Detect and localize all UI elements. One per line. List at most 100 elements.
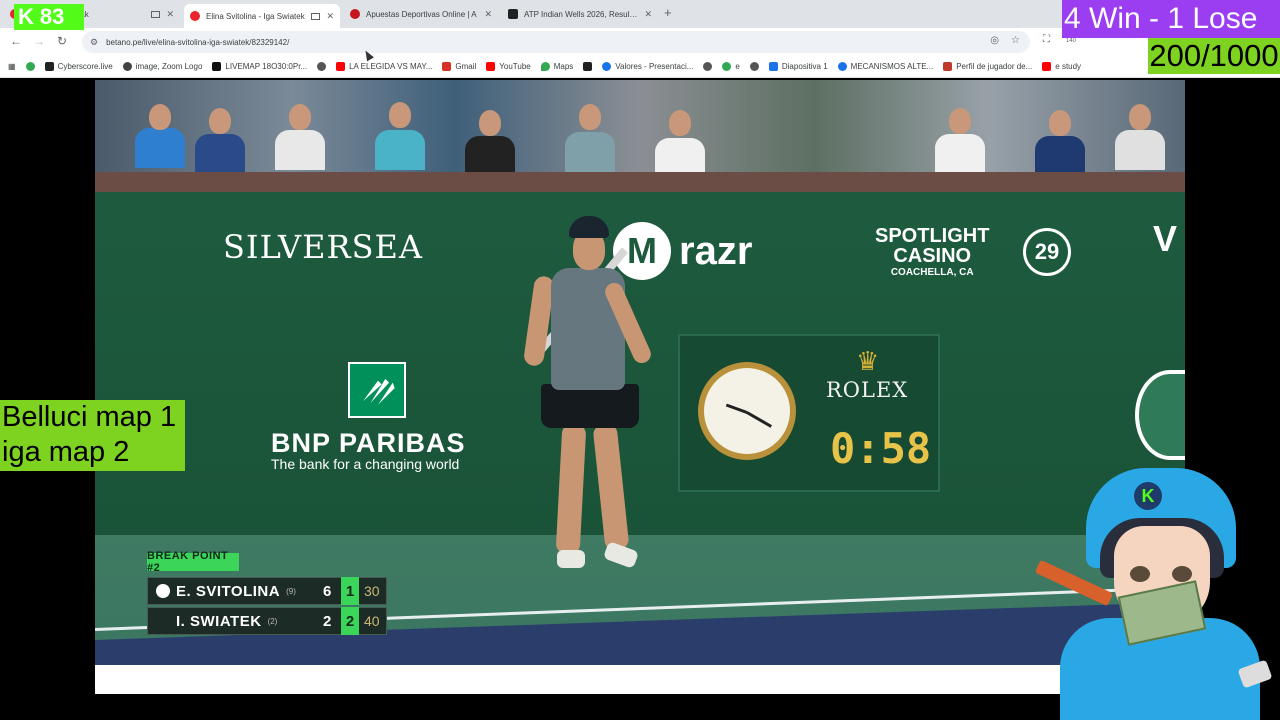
bookmark-label: Maps bbox=[553, 62, 574, 71]
casino-line-3: COACHELLA, CA bbox=[890, 267, 974, 278]
live-video-player[interactable]: SILVERSEA M razr SPOTLIGHT CASINO COACHE… bbox=[95, 80, 1185, 694]
kick-viewer-badge: K 83 bbox=[14, 4, 84, 30]
globe-icon bbox=[703, 62, 713, 71]
bookmark-star-icon[interactable]: ☆ bbox=[1011, 35, 1020, 46]
tab-favicon bbox=[190, 11, 200, 21]
bookmark-item[interactable]: Maps bbox=[540, 62, 574, 71]
bookmark-label: LA ELEGIDA VS MAY... bbox=[349, 62, 433, 71]
close-icon[interactable]: ✕ bbox=[326, 11, 334, 22]
edge-ad-text: V bbox=[1153, 218, 1178, 259]
game-points: 40 bbox=[364, 613, 380, 629]
set-1-score: 6 bbox=[323, 582, 332, 600]
maps-icon bbox=[540, 62, 550, 71]
razr-text: razr bbox=[679, 228, 753, 273]
bookmark-item[interactable]: Gmail bbox=[442, 62, 476, 71]
gmail-icon bbox=[442, 62, 452, 71]
bookmark-item[interactable]: Cyberscore.live bbox=[44, 62, 113, 71]
reload-icon[interactable]: ↻ bbox=[57, 34, 67, 48]
site-info-icon[interactable]: ⚙ bbox=[90, 37, 98, 48]
bookmark-icon bbox=[943, 62, 953, 71]
player-name: E. SVITOLINA bbox=[176, 582, 281, 600]
casino-line-2: CASINO bbox=[893, 245, 972, 267]
bookmark-item[interactable]: MECANISMOS ALTE... bbox=[837, 62, 934, 71]
streamer-avatar: K bbox=[1030, 468, 1280, 720]
bookmark-item[interactable]: LIVEMAP 18O30:0Pr... bbox=[212, 62, 307, 71]
bookmark-icon bbox=[212, 62, 222, 71]
tab-2[interactable]: Elina Svitolina - Iga Swiatek ✕ bbox=[184, 4, 340, 28]
score-row: I. SWIATEK (2) 2 2 40 bbox=[147, 607, 387, 635]
tab-4[interactable]: ATP Indian Wells 2026, Resultad ✕ bbox=[502, 4, 658, 24]
silversea-ad: SILVERSEA bbox=[223, 228, 423, 266]
bookmark-label: Gmail bbox=[455, 62, 477, 71]
tab-favicon bbox=[350, 9, 360, 19]
video-bottom-strip bbox=[95, 665, 1185, 694]
tennis-player bbox=[522, 216, 685, 596]
set-2-score: 1 bbox=[341, 577, 359, 605]
map-note-line-1: Belluci map 1 bbox=[2, 401, 177, 433]
crowd-background bbox=[95, 80, 1185, 180]
bookmark-item[interactable]: LA ELEGIDA VS MAY... bbox=[336, 62, 432, 71]
bookmark-label: MECANISMOS ALTE... bbox=[850, 62, 934, 71]
set-2-score: 2 bbox=[341, 607, 359, 635]
close-icon[interactable]: ✕ bbox=[166, 9, 174, 20]
close-icon[interactable]: ✕ bbox=[644, 9, 652, 20]
bookmark-item[interactable] bbox=[317, 62, 327, 71]
tab-3[interactable]: Apuestas Deportivas Online | A ✕ bbox=[344, 4, 498, 24]
bookmark-label: LIVEMAP 18O30:0Pr... bbox=[225, 62, 308, 71]
bookmark-icon bbox=[122, 62, 132, 71]
tab-title: Elina Svitolina - Iga Swiatek bbox=[206, 11, 305, 21]
bookmark-item[interactable]: Diapositiva 1 bbox=[768, 62, 828, 71]
clock-icon bbox=[698, 362, 796, 460]
bookmark-icon bbox=[583, 62, 593, 71]
media-icon bbox=[151, 10, 161, 18]
new-tab-button[interactable]: + bbox=[664, 5, 672, 20]
bookmark-item[interactable] bbox=[583, 62, 593, 71]
silversea-text: SILVERSEA bbox=[223, 228, 423, 266]
bnp-tagline: The bank for a changing world bbox=[271, 456, 460, 472]
bookmark-item[interactable] bbox=[25, 62, 35, 71]
leaf-icon bbox=[25, 62, 35, 71]
bookmark-item[interactable] bbox=[703, 62, 713, 71]
forward-icon[interactable]: → bbox=[33, 34, 45, 48]
kick-logo-icon: K bbox=[1134, 482, 1162, 510]
address-bar[interactable]: ⚙ betano.pe/live/elina-svitolina-iga-swi… bbox=[82, 31, 1030, 53]
player-seed: (9) bbox=[286, 586, 296, 596]
media-icon bbox=[311, 12, 321, 20]
bnp-name: BNP PARIBAS bbox=[271, 428, 466, 458]
bookmark-item[interactable]: image, Zoom Logo bbox=[122, 62, 203, 71]
eye-off-icon[interactable]: ◎ bbox=[990, 35, 999, 46]
bookmark-item[interactable]: Perfil de jugador de... bbox=[943, 62, 1032, 71]
player-seed: (2) bbox=[267, 616, 278, 626]
bookmark-label: YouTube bbox=[499, 62, 531, 71]
bookmark-label: Valores - Presentaci... bbox=[615, 62, 694, 71]
bookmark-label: Perfil de jugador de... bbox=[956, 62, 1033, 71]
bookmark-label: image, Zoom Logo bbox=[135, 62, 203, 71]
bookmark-item[interactable]: Valores - Presentaci... bbox=[602, 62, 693, 71]
bookmark-item[interactable]: e bbox=[722, 62, 740, 71]
win-lose-record: 4 Win - 1 Lose bbox=[1062, 0, 1280, 38]
globe-icon bbox=[749, 62, 759, 71]
bookmark-item[interactable] bbox=[749, 62, 759, 71]
bookmark-item[interactable]: YouTube bbox=[486, 62, 531, 71]
globe-icon bbox=[317, 62, 327, 71]
youtube-icon bbox=[336, 62, 346, 71]
score-row: E. SVITOLINA (9) 6 1 30 bbox=[147, 577, 387, 605]
bookmark-label: Diapositiva 1 bbox=[781, 62, 828, 71]
map-note-line-2: iga map 2 bbox=[2, 436, 130, 468]
close-icon[interactable]: ✕ bbox=[484, 9, 492, 20]
game-points: 30 bbox=[364, 583, 380, 599]
apps-icon[interactable]: ▦ bbox=[8, 62, 16, 71]
map-note-overlay: Belluci map 1 iga map 2 bbox=[0, 400, 185, 471]
record-overlay: 4 Win - 1 Lose 200/1000 bbox=[1062, 0, 1280, 74]
stand-ledge bbox=[95, 172, 1185, 192]
tab-title: Apuestas Deportivas Online | A bbox=[366, 9, 477, 19]
casino-line-1: SPOTLIGHT bbox=[875, 225, 990, 247]
bookmark-icon bbox=[837, 62, 847, 71]
extension-icon[interactable]: ⛶ bbox=[1043, 34, 1050, 45]
back-icon[interactable]: ← bbox=[10, 34, 22, 48]
kick-logo-icon: K bbox=[18, 4, 34, 29]
bookmark-icon bbox=[44, 62, 54, 71]
serve-indicator-icon bbox=[156, 584, 170, 598]
bookmark-label: e bbox=[735, 62, 740, 71]
leaf-icon bbox=[722, 62, 732, 71]
